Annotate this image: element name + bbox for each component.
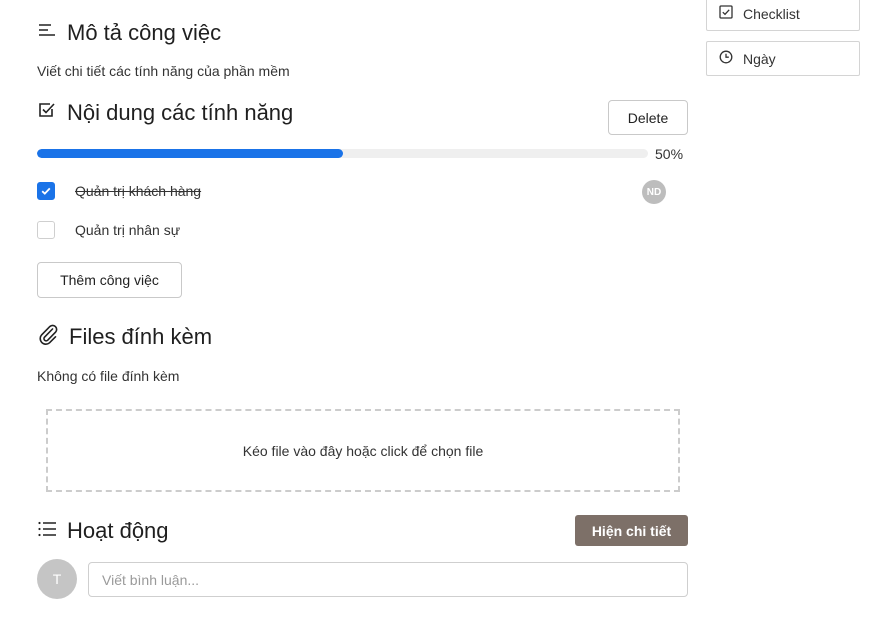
checklist-item-checkbox[interactable] [37,221,55,239]
date-button-label: Ngày [743,50,776,67]
checklist-button-label: Checklist [743,5,800,22]
description-text: Viết chi tiết các tính năng của phần mềm [37,63,290,79]
attachments-title: Files đính kèm [69,324,213,349]
attachments-empty-text: Không có file đính kèm [37,368,180,384]
checklist-button[interactable]: Checklist [706,0,860,31]
checklist-item: Quản trị khách hàng [37,182,201,200]
text-align-icon [37,20,57,46]
checklist-item-label[interactable]: Quản trị khách hàng [75,183,201,199]
check-icon [41,187,51,195]
user-avatar: T [37,559,77,599]
show-details-button[interactable]: Hiện chi tiết [575,515,688,546]
checklist-progress-fill [37,149,343,158]
checklist-title: Nội dung các tính năng [67,100,294,125]
list-icon [37,518,57,544]
assignee-avatar[interactable]: ND [642,180,666,204]
checklist-item: Quản trị nhân sự [37,221,180,239]
activity-header: Hoạt động [37,516,169,546]
dropzone-text: Kéo file vào đây hoặc click để chọn file [242,442,484,459]
checklist-progress-label: 50% [655,146,684,162]
comment-input[interactable] [88,562,688,597]
delete-checklist-button[interactable]: Delete [608,100,688,135]
description-header: Mô tả công việc [37,18,221,48]
clock-icon [719,50,733,67]
attachments-header: Files đính kèm [37,322,212,352]
file-dropzone[interactable]: Kéo file vào đây hoặc click để chọn file [46,409,680,492]
date-button[interactable]: Ngày [706,41,860,76]
checklist-item-checkbox[interactable] [37,182,55,200]
checklist-icon [37,100,57,126]
checkbox-icon [719,5,733,22]
checklist-progress-bar [37,149,648,158]
checklist-item-label[interactable]: Quản trị nhân sự [75,222,180,238]
checklist-header: Nội dung các tính năng [37,98,293,128]
add-task-button[interactable]: Thêm công việc [37,262,182,298]
paperclip-icon [37,323,59,351]
description-title: Mô tả công việc [67,20,222,45]
activity-title: Hoạt động [67,518,169,543]
